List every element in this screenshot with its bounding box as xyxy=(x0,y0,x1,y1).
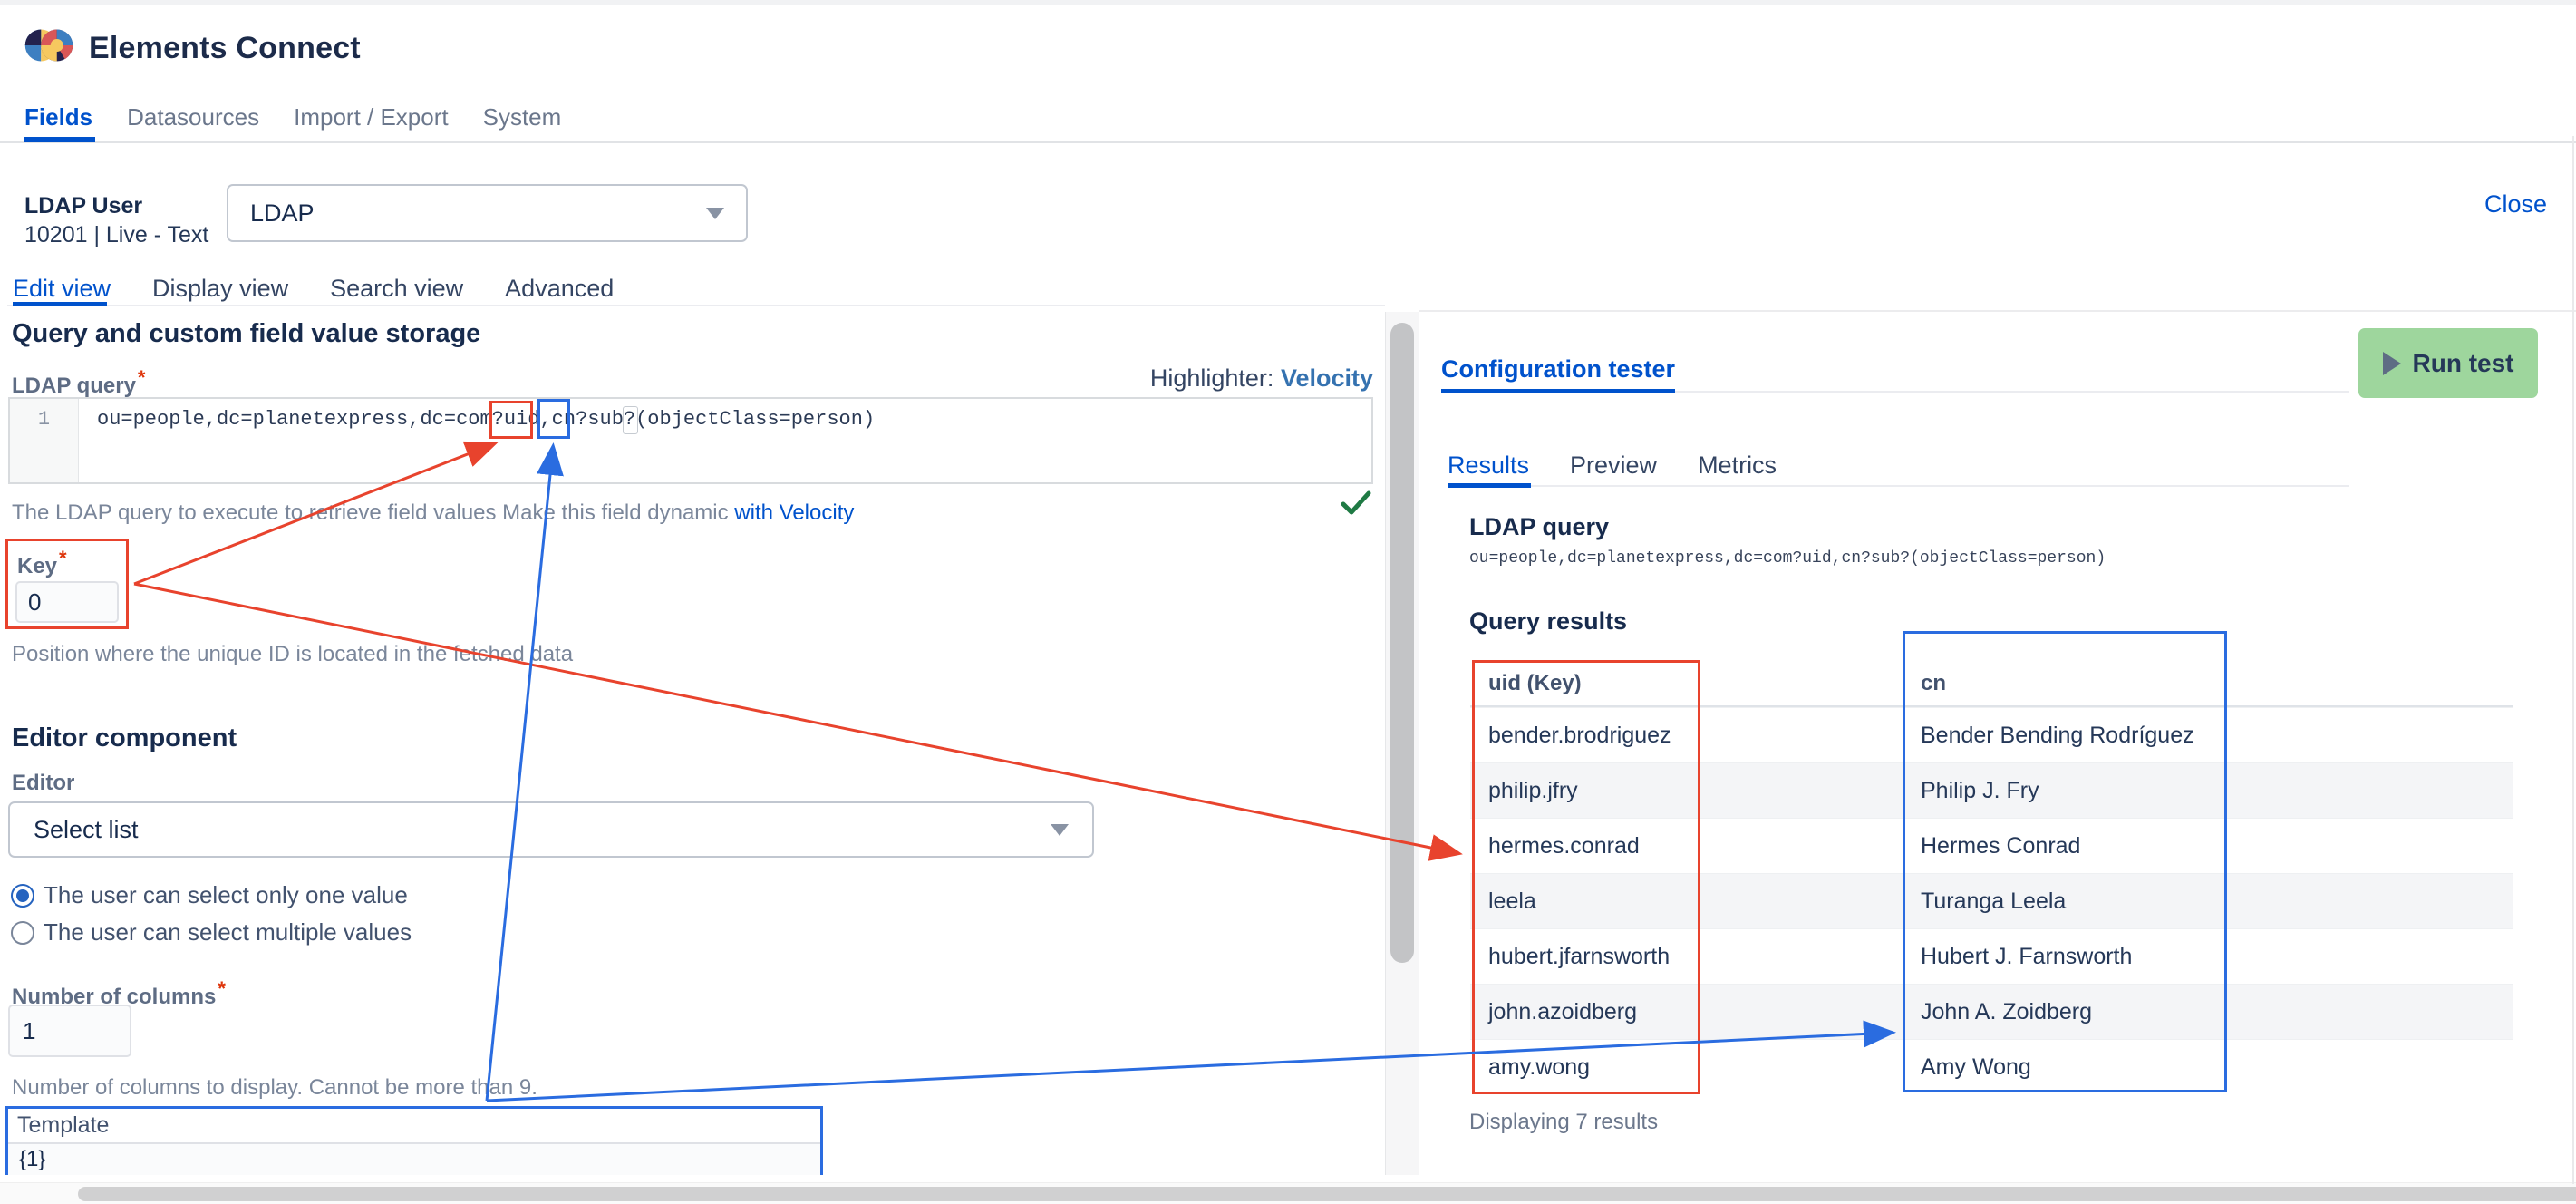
tester-panel-divider xyxy=(1419,310,2576,312)
required-asterisk: * xyxy=(59,547,67,569)
highlighter-value-link[interactable]: Velocity xyxy=(1281,364,1373,392)
tester-tabs: Results Preview Metrics xyxy=(1448,452,1777,480)
cn-annotation-box xyxy=(537,399,570,439)
number-of-columns-help: Number of columns to display. Cannot be … xyxy=(12,1075,537,1101)
play-icon xyxy=(2383,352,2401,375)
nav-item-datasources[interactable]: Datasources xyxy=(127,103,259,131)
tab-advanced[interactable]: Advanced xyxy=(505,275,614,303)
ldap-query-label: LDAP query* xyxy=(12,366,145,399)
tab-preview[interactable]: Preview xyxy=(1570,452,1657,480)
panel-right-border xyxy=(2572,136,2574,1184)
ldap-query-help: The LDAP query to execute to retrieve fi… xyxy=(12,500,854,526)
editor-select[interactable]: Select list xyxy=(8,801,1094,858)
key-help: Position where the unique ID is located … xyxy=(12,642,573,667)
nav-item-import-export[interactable]: Import / Export xyxy=(294,103,449,131)
datasource-select[interactable]: LDAP xyxy=(227,184,748,242)
view-tabs-divider xyxy=(7,305,1385,306)
tester-heading-underline xyxy=(1441,389,1675,393)
required-asterisk: * xyxy=(138,366,146,389)
tab-display-view[interactable]: Display view xyxy=(152,275,288,303)
nav-item-system[interactable]: System xyxy=(483,103,562,131)
radio-button-unchecked[interactable] xyxy=(11,921,34,945)
radio-select-multiple-values: The user can select multiple values xyxy=(11,918,412,947)
nav-divider xyxy=(0,141,2576,143)
field-meta: 10201 | Live - Text xyxy=(24,222,208,248)
main-navigation: Fields Datasources Import / Export Syste… xyxy=(24,103,561,131)
tester-tabs-active-underline xyxy=(1448,483,1531,488)
ldap-query-code: ou=people,dc=planetexpress,dc=com?uid,cn… xyxy=(97,408,875,431)
tester-tabs-rule xyxy=(1531,485,2349,487)
window-top-edge xyxy=(0,0,2576,5)
nav-item-fields[interactable]: Fields xyxy=(24,103,92,131)
editor-label: Editor xyxy=(12,771,74,796)
editor-select-value: Select list xyxy=(34,816,139,844)
query-results-heading: Query results xyxy=(1469,607,1627,636)
elements-connect-logo-icon xyxy=(24,20,74,71)
key-input[interactable]: 0 xyxy=(15,581,119,623)
highlighter-row: Highlighter: Velocity xyxy=(1150,364,1373,393)
required-asterisk: * xyxy=(218,977,226,1000)
template-annotation-box: Template {1} xyxy=(5,1106,823,1175)
highlighter-label: Highlighter: xyxy=(1150,364,1274,392)
number-of-columns-input[interactable]: 1 xyxy=(8,1005,131,1057)
radio-button-checked[interactable] xyxy=(11,884,34,908)
configuration-tester-tab[interactable]: Configuration tester xyxy=(1441,355,1675,384)
datasource-select-value: LDAP xyxy=(250,199,315,228)
section-heading-editor-component: Editor component xyxy=(12,723,237,753)
uid-column-annotation-box xyxy=(1472,660,1700,1094)
tab-results[interactable]: Results xyxy=(1448,452,1529,480)
blue-arrow-template-to-cn xyxy=(487,448,553,1101)
view-tabs-active-underline xyxy=(13,302,107,306)
chevron-down-icon xyxy=(1051,824,1069,836)
app-title: Elements Connect xyxy=(89,31,361,66)
tester-ldap-query-heading: LDAP query xyxy=(1469,513,1609,541)
template-label: Template xyxy=(17,1112,109,1139)
tab-search-view[interactable]: Search view xyxy=(330,275,463,303)
radio-one-label: The user can select only one value xyxy=(44,881,408,909)
run-test-label: Run test xyxy=(2413,349,2514,378)
editor-gutter: 1 xyxy=(10,399,79,482)
template-input[interactable]: {1} xyxy=(8,1142,820,1175)
radio-select-one-value: The user can select only one value xyxy=(11,881,408,909)
uid-annotation-box xyxy=(489,401,533,439)
tester-ldap-query-value: ou=people,dc=planetexpress,dc=com?uid,cn… xyxy=(1469,549,2106,568)
vertical-scrollbar-thumb[interactable] xyxy=(1390,323,1414,963)
close-button[interactable]: Close xyxy=(2484,190,2547,218)
view-tabs: Edit view Display view Search view Advan… xyxy=(13,275,614,303)
section-heading-query-storage: Query and custom field value storage xyxy=(12,319,480,349)
field-name: LDAP User xyxy=(24,193,142,219)
ldap-query-editor[interactable]: 1 ou=people,dc=planetexpress,dc=com?uid,… xyxy=(8,397,1373,484)
tab-edit-view[interactable]: Edit view xyxy=(13,275,111,303)
with-velocity-link[interactable]: with Velocity xyxy=(734,500,854,525)
tester-heading-rule xyxy=(1675,391,2349,393)
nav-active-underline xyxy=(24,137,95,142)
valid-check-icon xyxy=(1340,490,1372,517)
key-annotation-box: Key* 0 xyxy=(5,539,129,629)
key-label: Key* xyxy=(17,547,67,579)
radio-multi-label: The user can select multiple values xyxy=(44,918,412,947)
run-test-button[interactable]: Run test xyxy=(2358,328,2538,398)
cn-column-annotation-box xyxy=(1903,631,2227,1092)
results-count: Displaying 7 results xyxy=(1469,1110,1658,1135)
matching-bracket-highlight xyxy=(623,406,638,434)
horizontal-scrollbar-thumb[interactable] xyxy=(78,1187,2576,1201)
chevron-down-icon xyxy=(706,208,724,219)
tab-metrics[interactable]: Metrics xyxy=(1698,452,1777,480)
